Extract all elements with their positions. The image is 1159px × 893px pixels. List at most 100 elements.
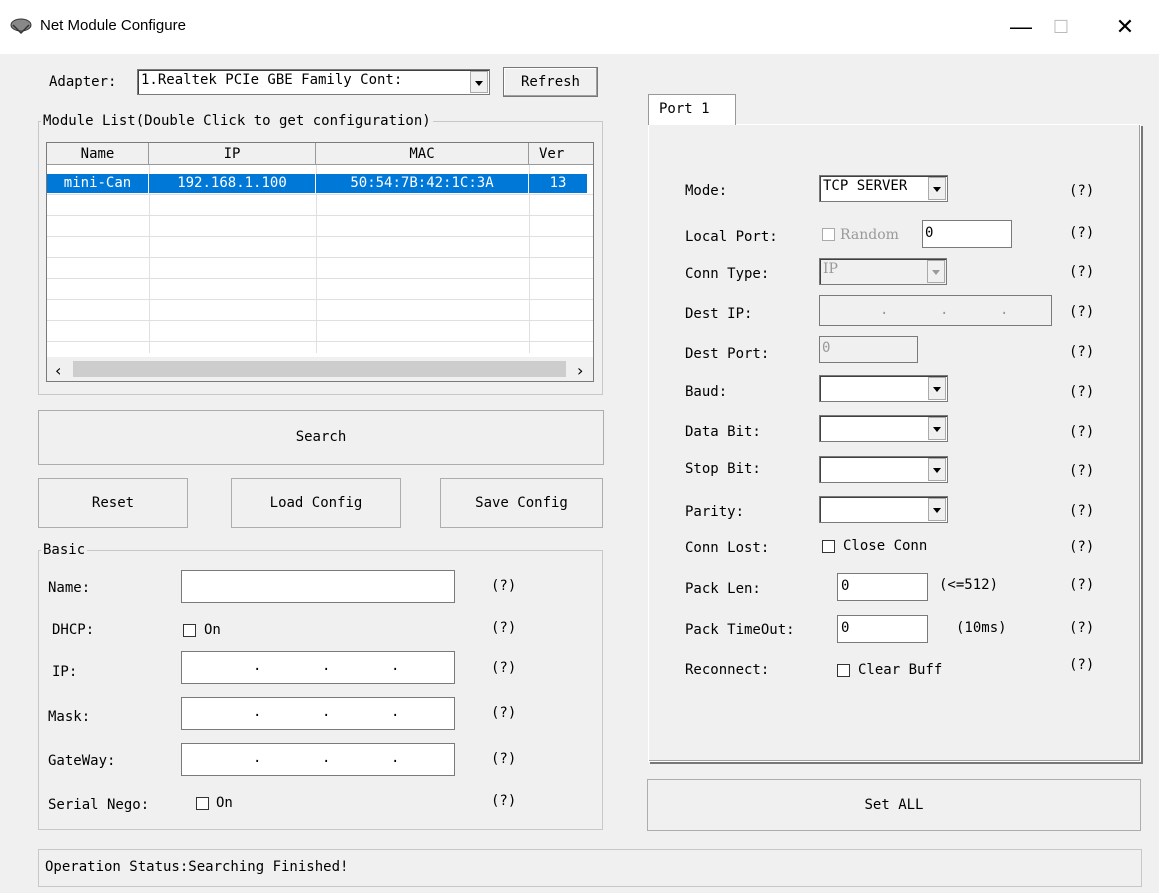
cell-ip: 192.168.1.100 bbox=[149, 174, 316, 193]
pack-len-input[interactable]: 0 bbox=[837, 573, 928, 601]
scroll-right-icon[interactable]: › bbox=[577, 361, 583, 380]
chevron-down-icon[interactable] bbox=[470, 71, 488, 93]
chevron-down-icon[interactable] bbox=[928, 377, 946, 400]
name-input[interactable] bbox=[181, 570, 455, 603]
conn-type-value: IP bbox=[823, 261, 838, 277]
mode-help[interactable]: (?) bbox=[1069, 183, 1094, 199]
stop-bit-select[interactable] bbox=[819, 456, 948, 483]
horizontal-scrollbar[interactable]: ‹ › bbox=[47, 357, 593, 381]
local-port-help[interactable]: (?) bbox=[1069, 225, 1094, 241]
set-all-button[interactable]: Set ALL bbox=[647, 779, 1141, 831]
mask-help[interactable]: (?) bbox=[491, 705, 516, 721]
mode-selected-value: TCP SERVER bbox=[823, 178, 908, 194]
status-text: Operation Status:Searching Finished! bbox=[45, 859, 349, 875]
conn-type-help[interactable]: (?) bbox=[1069, 264, 1094, 280]
window-title: Net Module Configure bbox=[40, 17, 186, 34]
pack-timeout-help[interactable]: (?) bbox=[1069, 620, 1094, 636]
chevron-down-icon[interactable] bbox=[928, 177, 946, 200]
dhcp-label: DHCP: bbox=[52, 622, 95, 638]
serial-nego-on-label: On bbox=[216, 795, 233, 811]
data-bit-label: Data Bit: bbox=[685, 424, 761, 440]
chevron-down-icon[interactable] bbox=[928, 458, 946, 481]
save-config-button[interactable]: Save Config bbox=[440, 478, 603, 528]
chevron-down-icon[interactable] bbox=[928, 417, 946, 440]
data-bit-help[interactable]: (?) bbox=[1069, 424, 1094, 440]
pack-len-value: 0 bbox=[841, 578, 850, 594]
dest-port-label: Dest Port: bbox=[685, 346, 770, 362]
chevron-down-icon[interactable] bbox=[927, 260, 945, 283]
clear-buff-label: Clear Buff bbox=[858, 662, 943, 678]
adapter-select[interactable]: 1.Realtek PCIe GBE Family Cont: bbox=[137, 69, 490, 95]
dhcp-help[interactable]: (?) bbox=[491, 620, 516, 636]
chevron-down-icon[interactable] bbox=[928, 498, 946, 521]
adapter-selected-value: 1.Realtek PCIe GBE Family Cont: bbox=[141, 72, 403, 88]
stop-bit-help[interactable]: (?) bbox=[1069, 463, 1094, 479]
dhcp-on-label: On bbox=[204, 622, 221, 638]
pack-len-help[interactable]: (?) bbox=[1069, 577, 1094, 593]
parity-help[interactable]: (?) bbox=[1069, 503, 1094, 519]
dest-ip-help[interactable]: (?) bbox=[1069, 304, 1094, 320]
random-checkbox[interactable] bbox=[822, 228, 835, 241]
reconnect-label: Reconnect: bbox=[685, 662, 770, 678]
gateway-label: GateWay: bbox=[48, 753, 116, 769]
reconnect-help[interactable]: (?) bbox=[1069, 657, 1094, 673]
pack-timeout-input[interactable]: 0 bbox=[837, 615, 928, 643]
dhcp-checkbox[interactable] bbox=[183, 624, 196, 637]
pack-timeout-label: Pack TimeOut: bbox=[685, 622, 795, 638]
refresh-button[interactable]: Refresh bbox=[503, 67, 598, 97]
ip-label: IP: bbox=[52, 664, 78, 680]
pack-len-hint: (<=512) bbox=[939, 577, 999, 593]
data-bit-select[interactable] bbox=[819, 415, 948, 442]
baud-help[interactable]: (?) bbox=[1069, 384, 1094, 400]
clear-buff-checkbox[interactable] bbox=[837, 664, 850, 677]
reset-button[interactable]: Reset bbox=[38, 478, 188, 528]
parity-label: Parity: bbox=[685, 504, 745, 520]
local-port-label: Local Port: bbox=[685, 229, 778, 245]
parity-select[interactable] bbox=[819, 496, 948, 523]
minimize-button[interactable]: — bbox=[1001, 10, 1041, 44]
column-header-name[interactable]: Name bbox=[47, 143, 149, 165]
mask-input[interactable]: . . . bbox=[181, 697, 455, 730]
cell-mac: 50:54:7B:42:1C:3A bbox=[316, 174, 529, 193]
serial-nego-help[interactable]: (?) bbox=[491, 793, 516, 809]
cell-name: mini-Can bbox=[47, 174, 149, 193]
scroll-left-icon[interactable]: ‹ bbox=[55, 361, 61, 380]
pack-len-label: Pack Len: bbox=[685, 581, 761, 597]
close-conn-checkbox[interactable] bbox=[822, 540, 835, 553]
serial-nego-checkbox[interactable] bbox=[196, 797, 209, 810]
mode-select[interactable]: TCP SERVER bbox=[819, 175, 948, 202]
baud-select[interactable] bbox=[819, 375, 948, 402]
close-button[interactable]: ✕ bbox=[1105, 10, 1145, 44]
name-help[interactable]: (?) bbox=[491, 578, 516, 594]
tab-port-1[interactable]: Port 1 bbox=[648, 94, 736, 125]
gateway-help[interactable]: (?) bbox=[491, 751, 516, 767]
dest-port-input[interactable]: 0 bbox=[819, 336, 918, 363]
scrollbar-thumb[interactable] bbox=[73, 361, 566, 377]
local-port-value: 0 bbox=[925, 225, 934, 241]
gateway-input[interactable]: . . . bbox=[181, 743, 455, 776]
column-header-ver[interactable]: Ver bbox=[529, 143, 593, 165]
cell-ver: 13 bbox=[549, 175, 567, 191]
stop-bit-label: Stop Bit: bbox=[685, 461, 761, 477]
column-header-mac[interactable]: MAC bbox=[316, 143, 529, 165]
dest-port-help[interactable]: (?) bbox=[1069, 344, 1094, 360]
status-bar: Operation Status:Searching Finished! bbox=[38, 849, 1142, 887]
conn-lost-label: Conn Lost: bbox=[685, 540, 770, 556]
conn-lost-help[interactable]: (?) bbox=[1069, 539, 1094, 555]
baud-label: Baud: bbox=[685, 384, 728, 400]
table-row[interactable]: mini-Can 192.168.1.100 50:54:7B:42:1C:3A… bbox=[47, 174, 587, 193]
ip-help[interactable]: (?) bbox=[491, 660, 516, 676]
dest-ip-input[interactable]: . . . bbox=[819, 295, 1052, 326]
search-button[interactable]: Search bbox=[38, 410, 604, 465]
module-list-view[interactable]: Name IP MAC Ver mini-Can 192.168.1.100 5… bbox=[46, 142, 594, 382]
adapter-label: Adapter: bbox=[49, 74, 117, 90]
local-port-input[interactable]: 0 bbox=[922, 220, 1012, 248]
conn-type-select[interactable]: IP bbox=[819, 258, 947, 285]
dest-port-value: 0 bbox=[822, 340, 831, 356]
maximize-button[interactable]: ☐ bbox=[1041, 10, 1081, 44]
ip-address-input[interactable]: . . . bbox=[181, 651, 455, 684]
mode-label: Mode: bbox=[685, 183, 728, 199]
load-config-button[interactable]: Load Config bbox=[231, 478, 401, 528]
pack-timeout-hint: (10ms) bbox=[956, 620, 1007, 636]
column-header-ip[interactable]: IP bbox=[149, 143, 316, 165]
